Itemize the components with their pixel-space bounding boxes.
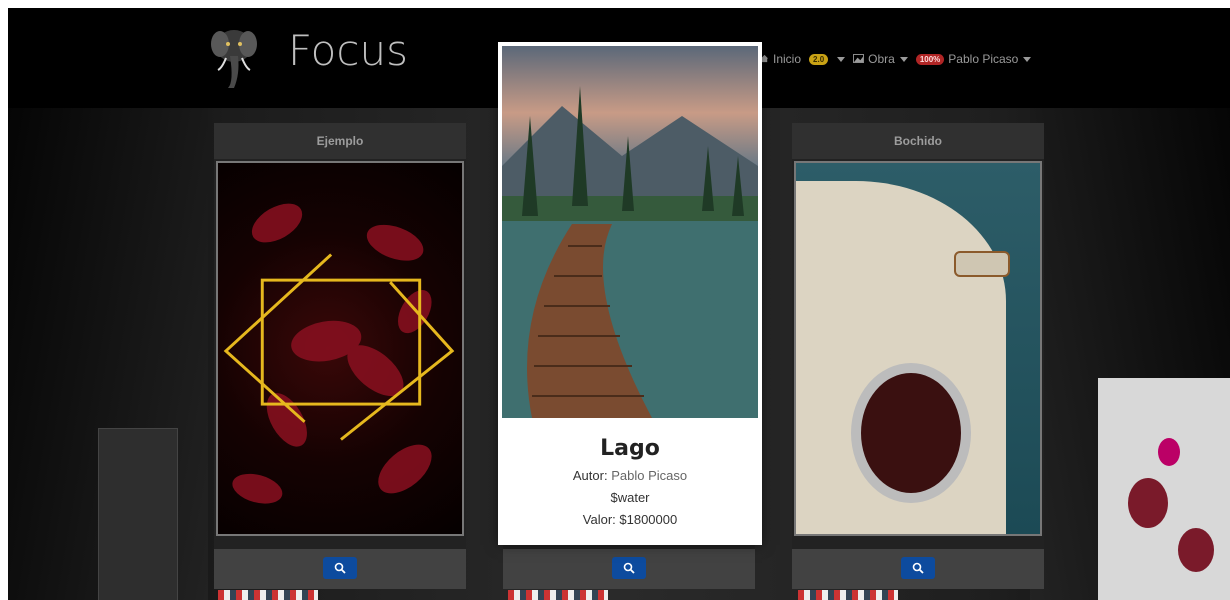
artwork-title: Lago <box>600 436 660 461</box>
version-dropdown[interactable]: 2.0 <box>809 53 846 65</box>
artwork-tag: $water <box>610 490 650 505</box>
image-icon <box>853 52 865 66</box>
lake-boardwalk-image[interactable] <box>502 46 758 418</box>
progress-badge: 100% <box>915 53 945 65</box>
card-title: Bochido <box>792 123 1044 159</box>
user-dropdown[interactable]: 100% Pablo Picaso <box>915 52 1032 66</box>
nav-inicio-label: Inicio <box>773 52 802 66</box>
card-footer <box>792 549 1044 589</box>
nav-menu: Inicio 2.0 Obra 100% Pablo Picaso <box>760 52 1039 66</box>
search-icon <box>334 562 346 574</box>
elephant-logo-icon[interactable] <box>208 22 260 90</box>
gallery-thumbnail-strip <box>508 590 608 600</box>
version-badge: 2.0 <box>809 53 829 65</box>
nav-obra-dropdown[interactable]: Obra <box>853 52 908 66</box>
search-icon <box>912 562 924 574</box>
wall-painting-right <box>1098 378 1230 600</box>
artwork-card-bochido[interactable]: Bochido <box>792 123 1044 589</box>
artwork-detail-popup[interactable]: Lago Autor: Pablo Picaso $water Valor: $… <box>498 42 762 545</box>
gallery-thumbnail-strip <box>218 590 318 600</box>
nav-obra-label: Obra <box>868 52 895 66</box>
chevron-down-icon <box>899 56 908 62</box>
nav-inicio[interactable]: Inicio <box>760 52 801 66</box>
chevron-down-icon <box>837 56 846 62</box>
card-footer <box>503 549 755 589</box>
car-mirror <box>954 251 1010 277</box>
wall-painting-left <box>98 428 178 600</box>
brand-title[interactable]: Focus <box>288 26 408 75</box>
popup-details: Lago Autor: Pablo Picaso $water Valor: $… <box>498 424 762 527</box>
search-button[interactable] <box>901 557 935 579</box>
search-button[interactable] <box>612 557 646 579</box>
gallery-thumbnail-strip <box>798 590 898 600</box>
card-footer <box>214 549 466 589</box>
search-button[interactable] <box>323 557 357 579</box>
gallery-background: Focus Inicio 2.0 Obra 100% Pablo Picaso … <box>8 8 1230 600</box>
author-label: Autor: <box>572 468 608 483</box>
artwork-value: Valor: $1800000 <box>582 512 678 527</box>
neon-leaves-image[interactable] <box>216 161 464 536</box>
chevron-down-icon <box>1023 56 1032 62</box>
user-name: Pablo Picaso <box>948 52 1019 66</box>
car-headlight <box>851 363 971 503</box>
author-name[interactable]: Pablo Picaso <box>611 468 687 483</box>
beetle-car-image[interactable] <box>794 161 1042 536</box>
artwork-card-ejemplo[interactable]: Ejemplo <box>214 123 466 589</box>
artwork-author-line: Autor: Pablo Picaso <box>498 468 762 483</box>
card-title: Ejemplo <box>214 123 466 159</box>
search-icon <box>623 562 635 574</box>
